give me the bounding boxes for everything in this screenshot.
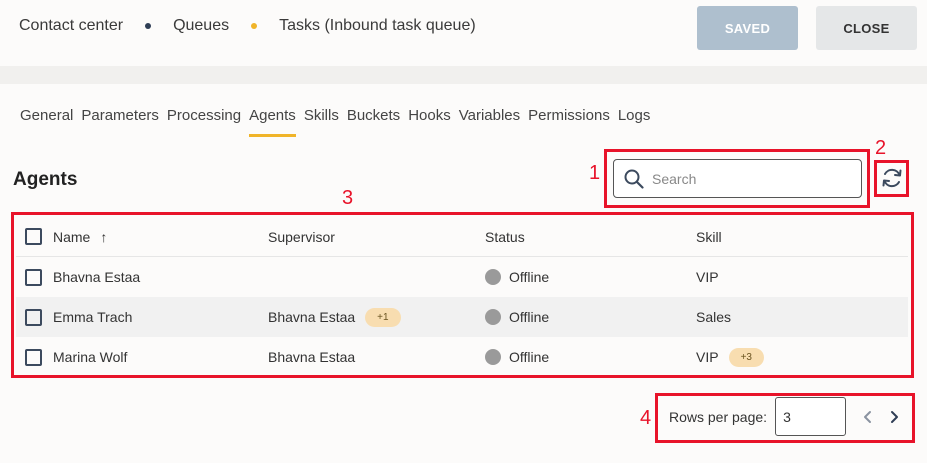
saved-button[interactable]: SAVED: [697, 6, 798, 50]
tab-skills[interactable]: Skills: [304, 107, 339, 124]
breadcrumb-current: Tasks (Inbound task queue): [279, 17, 476, 34]
tab-processing[interactable]: Processing: [167, 107, 241, 124]
annotation-number-2: 2: [875, 137, 887, 159]
annotation-number-1: 1: [589, 162, 601, 184]
tab-logs[interactable]: Logs: [618, 107, 651, 124]
top-bar: Contact center Queues Tasks (Inbound tas…: [0, 0, 927, 66]
breadcrumb-separator-dot: [145, 23, 152, 29]
tab-buckets[interactable]: Buckets: [347, 107, 400, 124]
tab-parameters[interactable]: Parameters: [81, 107, 159, 124]
breadcrumb-contact-center[interactable]: Contact center: [19, 17, 123, 35]
tab-bar: General Parameters Processing Agents Ski…: [20, 107, 658, 137]
annotation-box-search: [604, 149, 870, 208]
tab-general[interactable]: General: [20, 107, 73, 124]
annotation-number-4: 4: [640, 407, 652, 429]
breadcrumb-separator-dot: [251, 23, 258, 29]
tab-variables[interactable]: Variables: [459, 107, 520, 124]
breadcrumb: Contact center Queues Tasks (Inbound tas…: [19, 17, 476, 35]
annotation-box-refresh: [874, 160, 909, 197]
tab-permissions[interactable]: Permissions: [528, 107, 610, 124]
breadcrumb-queues[interactable]: Queues: [173, 17, 229, 35]
close-button[interactable]: CLOSE: [816, 6, 917, 50]
tab-agents[interactable]: Agents: [249, 107, 296, 137]
annotation-box-table: [11, 212, 914, 378]
section-title: Agents: [13, 169, 78, 190]
annotation-number-3: 3: [342, 187, 354, 209]
annotation-box-pagination: [655, 393, 915, 443]
tab-hooks[interactable]: Hooks: [408, 107, 451, 124]
